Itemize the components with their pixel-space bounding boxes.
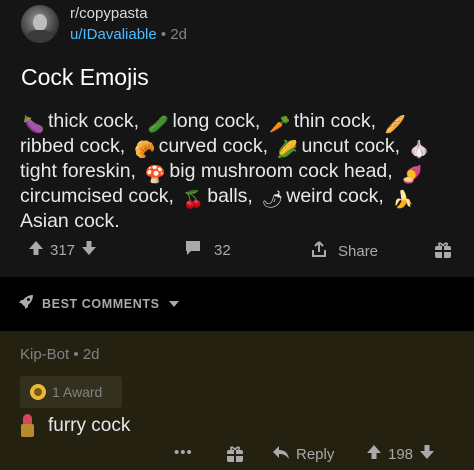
post-actions: 317 32 Share [0, 238, 474, 264]
subreddit-link[interactable]: r/copypasta [70, 5, 148, 22]
eggplant-icon: 🍆 [23, 115, 45, 134]
post-age: 2d [170, 26, 188, 43]
comment-icon [184, 240, 202, 260]
body-phrase: long cock, [172, 110, 261, 132]
post-score: 317 [50, 241, 76, 259]
body-phrase: tight foreskin, [20, 160, 136, 182]
body-phrase: big mushroom cock head, [169, 160, 393, 182]
meta-separator: • [73, 346, 79, 363]
downvote-icon[interactable] [81, 240, 97, 260]
award-icon [30, 384, 46, 400]
comment-award-button[interactable] [225, 444, 245, 468]
upvote-icon[interactable] [28, 240, 44, 260]
sort-comments-button[interactable]: BEST COMMENTS [0, 292, 474, 316]
share-label: Share [338, 242, 379, 260]
body-phrase: Asian cock. [20, 210, 120, 232]
body-phrase: thin cock, [293, 110, 377, 132]
sort-label: BEST COMMENTS [42, 297, 160, 311]
award-button[interactable] [433, 240, 453, 264]
comment-text: furry cock [48, 415, 131, 436]
avatar[interactable] [21, 5, 59, 43]
lipstick-icon [20, 414, 36, 438]
post-card: r/copypasta u/IDavaliable • 2d Cock Emoj… [0, 0, 474, 277]
body-phrase: uncut cock, [301, 135, 401, 157]
croissant-icon: 🥐 [133, 140, 156, 159]
chevron-down-icon [168, 296, 180, 312]
rocket-icon [18, 294, 34, 314]
mushroom-icon: 🍄 [144, 165, 166, 184]
comment-actions: ••• Reply 198 [0, 444, 474, 466]
body-phrase: weird cock, [286, 185, 384, 207]
sweet-potato-icon: 🍠 [401, 165, 423, 184]
vote-control: 317 [28, 240, 97, 260]
comment-score: 198 [388, 445, 414, 463]
meta-separator: • [160, 26, 167, 43]
reply-icon [272, 444, 290, 464]
gift-icon [433, 240, 453, 264]
comments-button[interactable]: 32 [184, 240, 231, 260]
baguette-icon: 🥖 [384, 115, 407, 134]
reply-label: Reply [296, 445, 335, 463]
comment-age: 2d [82, 346, 100, 363]
cherries-icon: 🍒 [182, 190, 204, 209]
body-phrase: curved cock, [158, 135, 269, 157]
post-title: Cock Emojis [21, 64, 149, 90]
body-phrase: circumcised cock, [20, 185, 174, 207]
more-options-button[interactable]: ••• [174, 444, 193, 461]
body-phrase: thick cock, [48, 110, 140, 132]
post-meta: u/IDavaliable • 2d [70, 26, 187, 43]
comment-vote-control: 198 [366, 444, 435, 464]
award-badge[interactable]: 1 Award [20, 376, 122, 408]
cucumber-icon: 🥒 [147, 115, 170, 134]
author-link[interactable]: u/IDavaliable [70, 26, 157, 43]
body-phrase: balls, [207, 185, 253, 207]
post-body: 🍆 thick cock, 🥒 long cock, 🥕 thin cock, 🥖 r… [20, 110, 460, 232]
corn-icon: 🌽 [276, 140, 299, 159]
reply-button[interactable]: Reply [272, 444, 334, 464]
chili-pepper-icon: 🌶 [261, 190, 284, 209]
gift-icon [225, 444, 245, 468]
comment-meta: Kip-Bot • 2d [20, 346, 100, 363]
banana-icon: 🍌 [392, 190, 414, 209]
body-phrase: ribbed cock, [20, 135, 126, 157]
comment-count: 32 [214, 241, 231, 259]
share-button[interactable]: Share [310, 240, 378, 262]
share-icon [310, 240, 328, 262]
upvote-icon[interactable] [366, 444, 382, 464]
downvote-icon[interactable] [419, 444, 435, 464]
comment-body: furry cock [20, 414, 130, 438]
award-label: 1 Award [52, 384, 103, 400]
garlic-icon: 🧄 [408, 140, 431, 159]
comment-author[interactable]: Kip-Bot [20, 346, 69, 363]
carrot-icon: 🥕 [269, 115, 291, 134]
